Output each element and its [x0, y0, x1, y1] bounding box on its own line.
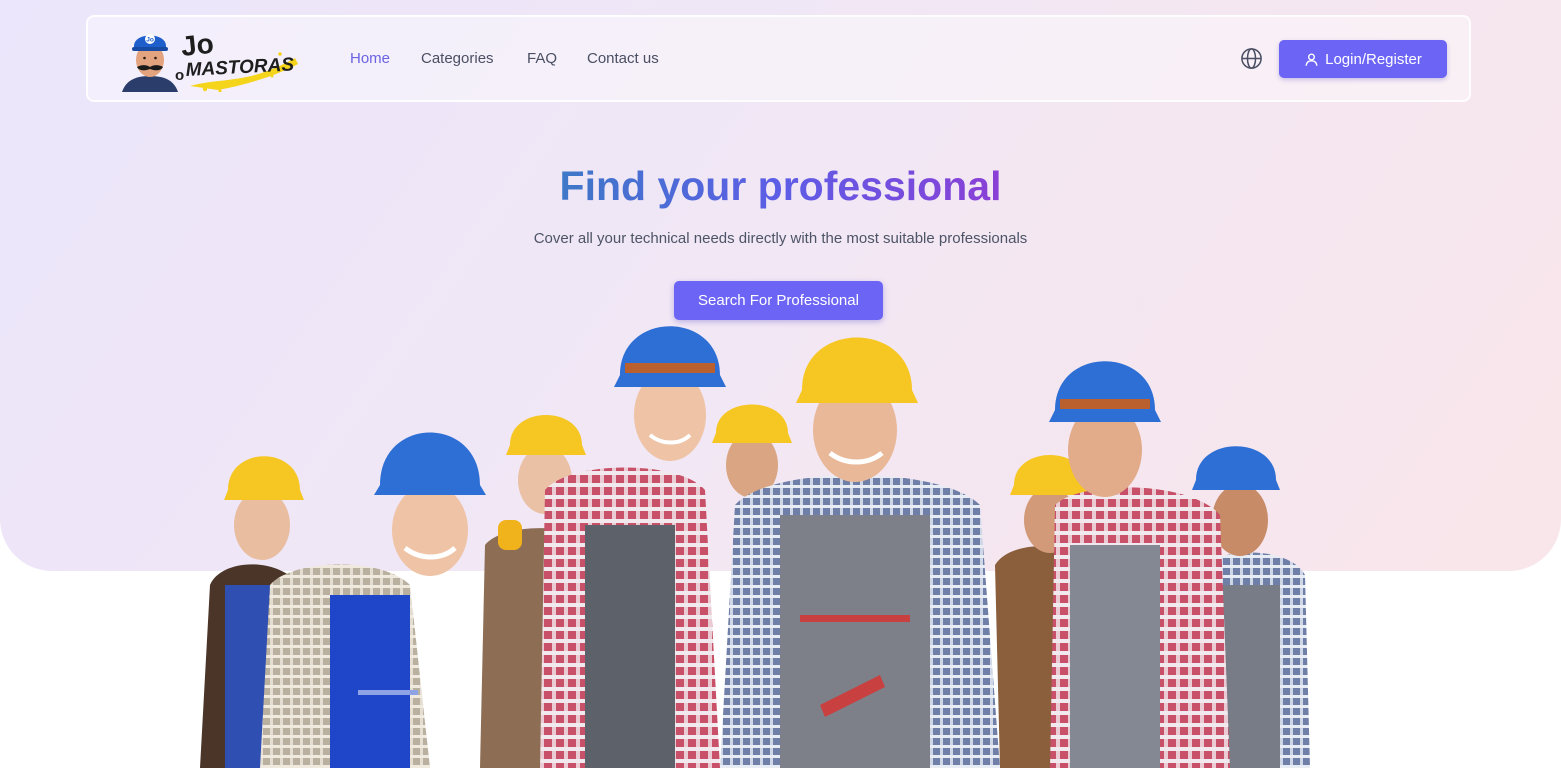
globe-icon[interactable] — [1240, 47, 1263, 70]
login-register-label: Login/Register — [1325, 50, 1422, 68]
worker-center-tall — [540, 326, 726, 768]
worker-front-center — [720, 337, 1000, 768]
svg-text:Jo: Jo — [146, 37, 154, 44]
hero-subtitle: Cover all your technical needs directly … — [533, 230, 1028, 247]
nav-contact-us[interactable]: Contact us — [587, 49, 659, 69]
svg-text:Jo: Jo — [179, 28, 215, 62]
nav-categories[interactable]: Categories — [421, 49, 494, 69]
brand-logo[interactable]: Jo Jo o MASTORAS — [120, 24, 310, 92]
nav-home[interactable]: Home — [350, 49, 390, 69]
user-icon — [1305, 53, 1318, 66]
workers-group-image — [200, 326, 1310, 768]
worker-right-bearded — [1049, 361, 1230, 768]
login-register-button[interactable]: Login/Register — [1279, 40, 1447, 78]
nav-faq[interactable]: FAQ — [527, 49, 557, 69]
svg-text:o: o — [175, 67, 184, 84]
hero-title: Find your professional — [559, 163, 1002, 209]
svg-text:MASTORAS: MASTORAS — [185, 54, 295, 81]
